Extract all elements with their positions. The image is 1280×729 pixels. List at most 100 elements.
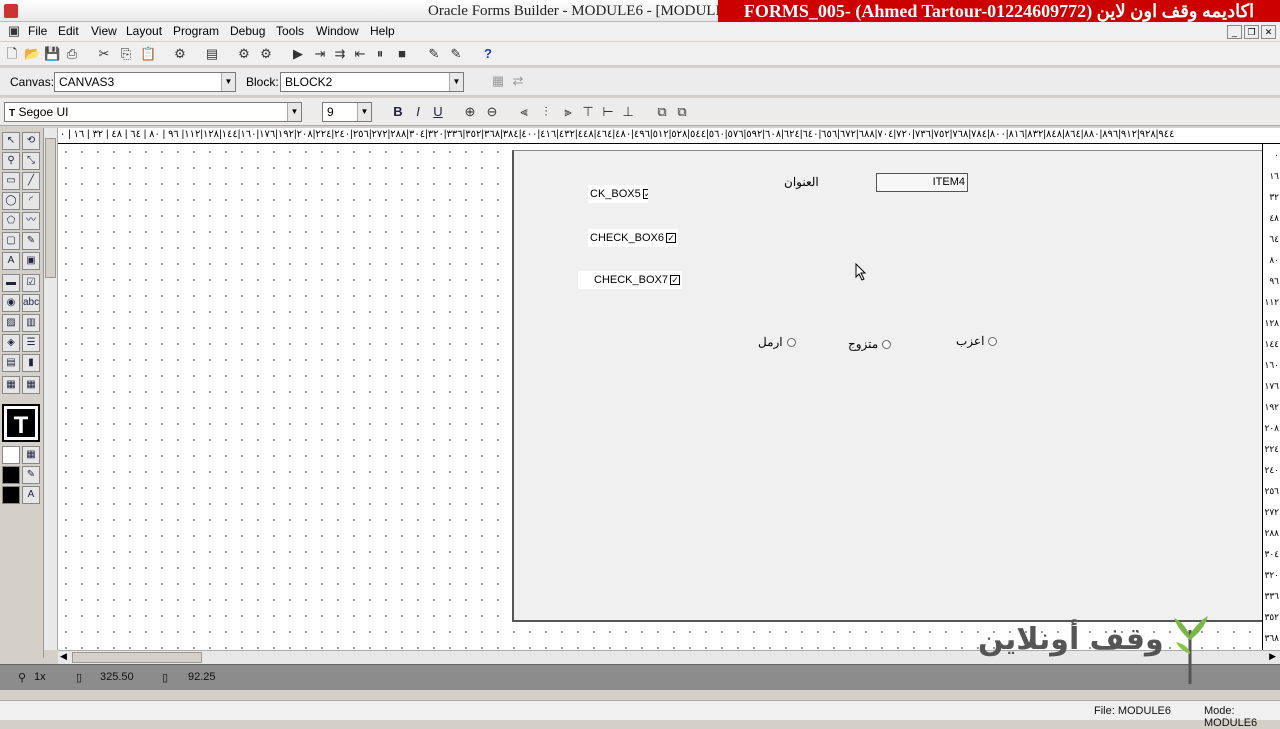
layout-wizard-icon[interactable]: ✎ xyxy=(448,46,464,62)
compile-icon[interactable]: ⚙ xyxy=(172,46,188,62)
debug-icon[interactable]: ⚙ xyxy=(258,46,274,62)
align-bottom-icon[interactable]: ⊥ xyxy=(620,104,636,120)
paste-icon[interactable]: 📋 xyxy=(140,46,156,62)
menu-view[interactable]: View xyxy=(91,24,117,38)
scroll-thumb[interactable] xyxy=(72,652,202,663)
align-center-icon[interactable]: ⫶ xyxy=(538,104,554,120)
zoom-in-icon[interactable]: ⊕ xyxy=(462,104,478,120)
checkbox-5[interactable]: CK_BOX5 ✓ xyxy=(588,185,648,203)
ole-tool-icon[interactable]: ◈ xyxy=(2,334,20,352)
reshape-tool-icon[interactable]: ⤡ xyxy=(22,152,40,170)
checkbox-tool-icon[interactable]: ☑ xyxy=(22,274,40,292)
canvas-select[interactable]: CANVAS3 ▼ xyxy=(54,72,236,92)
menu-layout[interactable]: Layout xyxy=(126,24,162,38)
menu-window[interactable]: Window xyxy=(316,24,359,38)
pause-icon[interactable]: ⏸ xyxy=(372,46,388,62)
block-select[interactable]: BLOCK2 ▼ xyxy=(280,72,464,92)
button-tool-icon[interactable]: ▬ xyxy=(2,274,20,292)
text-tool-icon[interactable]: A xyxy=(2,252,20,270)
ellipse-tool-icon[interactable]: ◯ xyxy=(2,192,20,210)
rectangle-tool-icon[interactable]: ▭ xyxy=(2,172,20,190)
rounded-rect-tool-icon[interactable]: ▢ xyxy=(2,232,20,250)
slider-tool-icon[interactable]: ▮ xyxy=(22,354,40,372)
vertical-scrollbar[interactable] xyxy=(44,128,58,650)
step-into-icon[interactable]: ⇥ xyxy=(312,46,328,62)
chevron-down-icon[interactable]: ▼ xyxy=(357,103,371,121)
step-out-icon[interactable]: ⇤ xyxy=(352,46,368,62)
arc-tool-icon[interactable]: ◜ xyxy=(22,192,40,210)
send-back-icon[interactable]: ⧉ xyxy=(674,104,690,120)
run-icon[interactable]: ⚙ xyxy=(236,46,252,62)
zoom-out-icon[interactable]: ⊖ xyxy=(484,104,500,120)
align-middle-icon[interactable]: ⊢ xyxy=(600,104,616,120)
bold-button[interactable]: B xyxy=(390,104,406,120)
title-label[interactable]: العنوان xyxy=(784,175,819,189)
align-top-icon[interactable]: ⊤ xyxy=(580,104,596,120)
chart-tool-icon[interactable]: ▥ xyxy=(22,314,40,332)
line-color-icon[interactable] xyxy=(2,466,20,484)
checkbox-check-icon[interactable]: ✓ xyxy=(642,189,648,200)
tab-tool-icon[interactable]: ▦ xyxy=(2,376,20,394)
align-right-icon[interactable]: ⫸ xyxy=(560,104,576,120)
line-palette-icon[interactable]: ✎ xyxy=(22,466,40,484)
bring-front-icon[interactable]: ⧉ xyxy=(654,104,670,120)
chevron-down-icon[interactable]: ▼ xyxy=(221,73,235,91)
menu-file[interactable]: File xyxy=(28,24,47,38)
checkbox-check-icon[interactable]: ✓ xyxy=(665,233,676,244)
wizard-icon[interactable]: ✎ xyxy=(426,46,442,62)
menu-tools[interactable]: Tools xyxy=(276,24,304,38)
checkbox-6[interactable]: CHECK_BOX6 ✓ xyxy=(588,229,678,247)
print-icon[interactable]: ⎙ xyxy=(64,46,80,62)
frame-tool-icon[interactable]: ▣ xyxy=(22,252,40,270)
layout-editor[interactable]: العنوان ITEM4 CK_BOX5 ✓ CHECK_BOX6 ✓ CHECK… xyxy=(58,144,1262,650)
text-palette-icon[interactable]: A xyxy=(22,486,40,504)
canvas-area[interactable]: العنوان ITEM4 CK_BOX5 ✓ CHECK_BOX6 ✓ CHECK… xyxy=(512,150,1262,622)
close-button[interactable]: ✕ xyxy=(1261,25,1276,39)
help-icon[interactable]: ? xyxy=(480,46,496,62)
radio-single[interactable]: اعزب xyxy=(956,334,998,348)
radio-circle-icon[interactable] xyxy=(882,340,892,350)
item4-field[interactable]: ITEM4 xyxy=(876,173,968,192)
fill-palette-icon[interactable]: ▦ xyxy=(22,446,40,464)
scroll-left-icon[interactable]: ◀ xyxy=(60,651,67,662)
size-select[interactable]: 9 ▼ xyxy=(322,102,372,122)
checkbox-7[interactable]: CHECK_BOX7 ✓ xyxy=(578,271,682,289)
display-tool-icon[interactable]: ▤ xyxy=(2,354,20,372)
font-select[interactable]: T Segoe UI ▼ xyxy=(4,102,302,122)
copy-icon[interactable]: ⎘ xyxy=(118,46,134,62)
checkbox-check-icon[interactable]: ✓ xyxy=(669,275,680,286)
new-icon[interactable]: 🗋 xyxy=(4,46,20,62)
radio-circle-icon[interactable] xyxy=(988,337,998,347)
scroll-right-icon[interactable]: ▶ xyxy=(1269,651,1276,662)
fill-color-icon[interactable] xyxy=(2,446,20,464)
radio-circle-icon[interactable] xyxy=(786,338,796,348)
freehand-tool-icon[interactable]: ✎ xyxy=(22,232,40,250)
radio-tool-icon[interactable]: ◉ xyxy=(2,294,20,312)
menu-program[interactable]: Program xyxy=(173,24,219,38)
magnify-tool-icon[interactable]: ⚲ xyxy=(2,152,20,170)
polyline-tool-icon[interactable]: 〰 xyxy=(22,212,40,230)
underline-button[interactable]: U xyxy=(430,104,446,120)
polygon-tool-icon[interactable]: ⬠ xyxy=(2,212,20,230)
select-tool-icon[interactable]: ↖ xyxy=(2,132,20,150)
italic-button[interactable]: I xyxy=(410,104,426,120)
align-icon[interactable]: ⇄ xyxy=(510,73,526,89)
minimize-button[interactable]: _ xyxy=(1227,25,1242,39)
list-tool-icon[interactable]: ☰ xyxy=(22,334,40,352)
menu-debug[interactable]: Debug xyxy=(230,24,265,38)
image-tool-icon[interactable]: ▨ xyxy=(2,314,20,332)
go-icon[interactable]: ▶ xyxy=(290,46,306,62)
step-over-icon[interactable]: ⇉ xyxy=(332,46,348,62)
save-icon[interactable]: 💾 xyxy=(44,46,60,62)
run-form-icon[interactable]: ▤ xyxy=(204,46,220,62)
stacked-tool-icon[interactable]: ▦ xyxy=(22,376,40,394)
restore-button[interactable]: ❐ xyxy=(1244,25,1259,39)
align-left-icon[interactable]: ⫷ xyxy=(516,104,532,120)
chevron-down-icon[interactable]: ▼ xyxy=(287,103,301,121)
textitem-tool-icon[interactable]: abc xyxy=(22,294,40,312)
chevron-down-icon[interactable]: ▼ xyxy=(449,73,463,91)
scroll-thumb[interactable] xyxy=(45,138,56,278)
radio-married[interactable]: متزوج xyxy=(848,337,892,351)
property-icon[interactable]: ▦ xyxy=(490,73,506,89)
cut-icon[interactable]: ✂ xyxy=(96,46,112,62)
